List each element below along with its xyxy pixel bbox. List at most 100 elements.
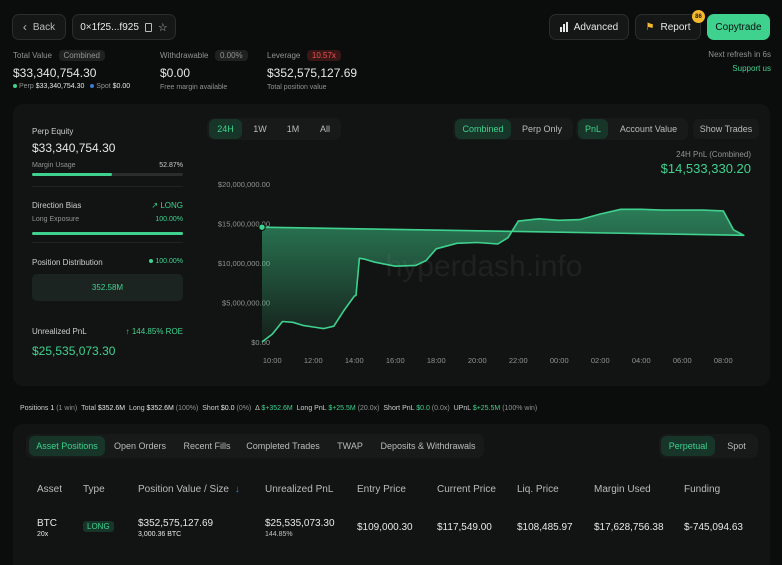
- direction-bias-label: Direction Bias: [32, 201, 82, 210]
- row-pnl-pct: 144.85%: [265, 531, 293, 538]
- short-pnl-value: $0.0: [416, 405, 430, 412]
- margin-usage-fill: [32, 173, 112, 176]
- arrow-up-icon: ↑: [125, 327, 130, 336]
- position-distribution-pct: 100.00%: [133, 258, 183, 265]
- short-pnl-label: Short PnL: [383, 405, 415, 412]
- timeframe-all[interactable]: All: [311, 119, 339, 139]
- distribution-amount: 352.58M: [91, 283, 124, 292]
- advanced-button[interactable]: Advanced: [549, 14, 629, 40]
- withdrawable-value: $0.00: [160, 66, 191, 80]
- metric-pnl[interactable]: PnL: [578, 119, 608, 139]
- total-value-block: Total Value Combined: [13, 50, 105, 61]
- address-chip[interactable]: 0×1f25...f925 ☆: [72, 14, 176, 40]
- show-trades-toggle[interactable]: Show Trades: [693, 119, 759, 139]
- long-pnl-lev: (20.0x): [357, 405, 380, 412]
- leverage-tag: 10.57x: [306, 50, 341, 61]
- perp-dot-icon: [13, 84, 17, 88]
- tab-open-orders[interactable]: Open Orders: [109, 436, 171, 456]
- toggle-perpetual[interactable]: Perpetual: [661, 436, 715, 456]
- short-pnl-lev: (0.0x): [431, 405, 450, 412]
- upnl-win: (100% win): [502, 405, 538, 412]
- perp-spot-split: Perp $33,340,754.30 Spot $0.00: [13, 83, 130, 90]
- stats-divider: [32, 186, 183, 187]
- margin-usage-label: Margin Usage: [32, 162, 76, 169]
- long-value: $352.6M: [146, 405, 174, 412]
- direction-value: ↗ LONG: [133, 201, 183, 210]
- timeframe-1w[interactable]: 1W: [245, 119, 275, 139]
- tab-asset-positions[interactable]: Asset Positions: [29, 436, 105, 456]
- long-pnl-label: Long PnL: [296, 405, 327, 412]
- tab-deposits-withdrawals[interactable]: Deposits & Withdrawals: [376, 436, 480, 456]
- pnl-chart-value: $14,533,330.20: [660, 161, 751, 176]
- perp-label: Perp: [18, 83, 34, 90]
- position-distribution-label: Position Distribution: [32, 258, 103, 267]
- col-unrealized-pnl[interactable]: Unrealized PnL: [265, 484, 333, 495]
- refresh-timer: Next refresh in 6s: [708, 50, 771, 59]
- row-leverage: 20x: [37, 531, 49, 538]
- chevron-left-icon: ‹: [22, 20, 27, 34]
- col-funding[interactable]: Funding: [684, 484, 720, 495]
- tab-recent-fills[interactable]: Recent Fills: [176, 436, 238, 456]
- star-icon[interactable]: ☆: [158, 21, 168, 34]
- row-entry-price: $109,000.30: [357, 522, 413, 533]
- overview-panel: [13, 104, 770, 386]
- long-exposure-value: 100.00%: [155, 216, 183, 223]
- long-pnl-value: $+25.5M: [328, 405, 356, 412]
- copy-icon[interactable]: [144, 22, 152, 32]
- col-position-value[interactable]: Position Value / Size ↓: [138, 484, 240, 495]
- total-position-label: Total position value: [267, 84, 327, 91]
- metric-account-value[interactable]: Account Value: [611, 119, 686, 139]
- distribution-pct-text: 100.00%: [155, 258, 183, 265]
- green-dot-icon: [149, 259, 154, 263]
- row-size: 3,000.36 BTC: [138, 531, 182, 538]
- advanced-label: Advanced: [573, 21, 619, 33]
- col-margin-used[interactable]: Margin Used: [594, 484, 651, 495]
- report-button[interactable]: ⚑ Report: [635, 14, 701, 40]
- row-current-price: $117,549.00: [437, 522, 492, 533]
- back-label: Back: [32, 21, 56, 33]
- report-label: Report: [660, 21, 691, 33]
- col-entry-price[interactable]: Entry Price: [357, 484, 406, 495]
- margin-usage-value: 52.87%: [159, 162, 183, 169]
- tab-twap[interactable]: TWAP: [328, 436, 372, 456]
- leverage-label: Leverage: [267, 51, 301, 60]
- timeframe-1m[interactable]: 1M: [278, 119, 308, 139]
- combined-tag: Combined: [58, 50, 105, 61]
- flag-icon: ⚑: [645, 21, 655, 33]
- timeframe-24h[interactable]: 24H: [209, 119, 242, 139]
- margin-usage-bar: [32, 173, 183, 176]
- total-value: $33,340,754.30: [13, 66, 97, 80]
- spot-dot-icon: [90, 84, 95, 88]
- copytrade-button[interactable]: Copytrade: [707, 14, 770, 40]
- long-exposure-fill: [32, 232, 183, 235]
- row-type: LONG: [87, 522, 110, 531]
- long-label: Long: [129, 405, 145, 412]
- scope-perp-only[interactable]: Perp Only: [514, 119, 570, 139]
- wallet-address: 0×1f25...f925: [80, 21, 139, 33]
- row-liq-price: $108,485.97: [517, 522, 573, 533]
- short-label: Short: [202, 405, 219, 412]
- back-button[interactable]: ‹ Back: [12, 14, 66, 40]
- sort-down-icon[interactable]: ↓: [235, 484, 240, 495]
- col-asset[interactable]: Asset: [37, 484, 62, 495]
- support-link[interactable]: Support us: [700, 64, 771, 73]
- total-value: $352.6M: [97, 405, 126, 412]
- delta-label: Δ: [255, 405, 260, 412]
- col-liq-price[interactable]: Liq. Price: [517, 484, 559, 495]
- tab-completed-trades[interactable]: Completed Trades: [243, 436, 323, 456]
- total-label: Total: [81, 405, 96, 412]
- toggle-spot[interactable]: Spot: [718, 436, 755, 456]
- long-exposure-bar: [32, 232, 183, 235]
- scope-combined[interactable]: Combined: [455, 119, 511, 139]
- trend-up-icon: ↗: [151, 201, 159, 210]
- pnl-chart-title: 24H PnL (Combined): [676, 150, 751, 159]
- position-distribution-bar[interactable]: 352.58M: [32, 274, 183, 301]
- direction-label: LONG: [160, 201, 183, 210]
- stats-divider: [32, 242, 183, 243]
- upnl-value: $+25.5M: [472, 405, 501, 412]
- col-current-price[interactable]: Current Price: [437, 484, 496, 495]
- row-type-badge: LONG: [83, 521, 114, 532]
- free-margin-label: Free margin available: [160, 84, 228, 91]
- col-type[interactable]: Type: [83, 484, 105, 495]
- perp-value: $33,340,754.30: [35, 83, 85, 90]
